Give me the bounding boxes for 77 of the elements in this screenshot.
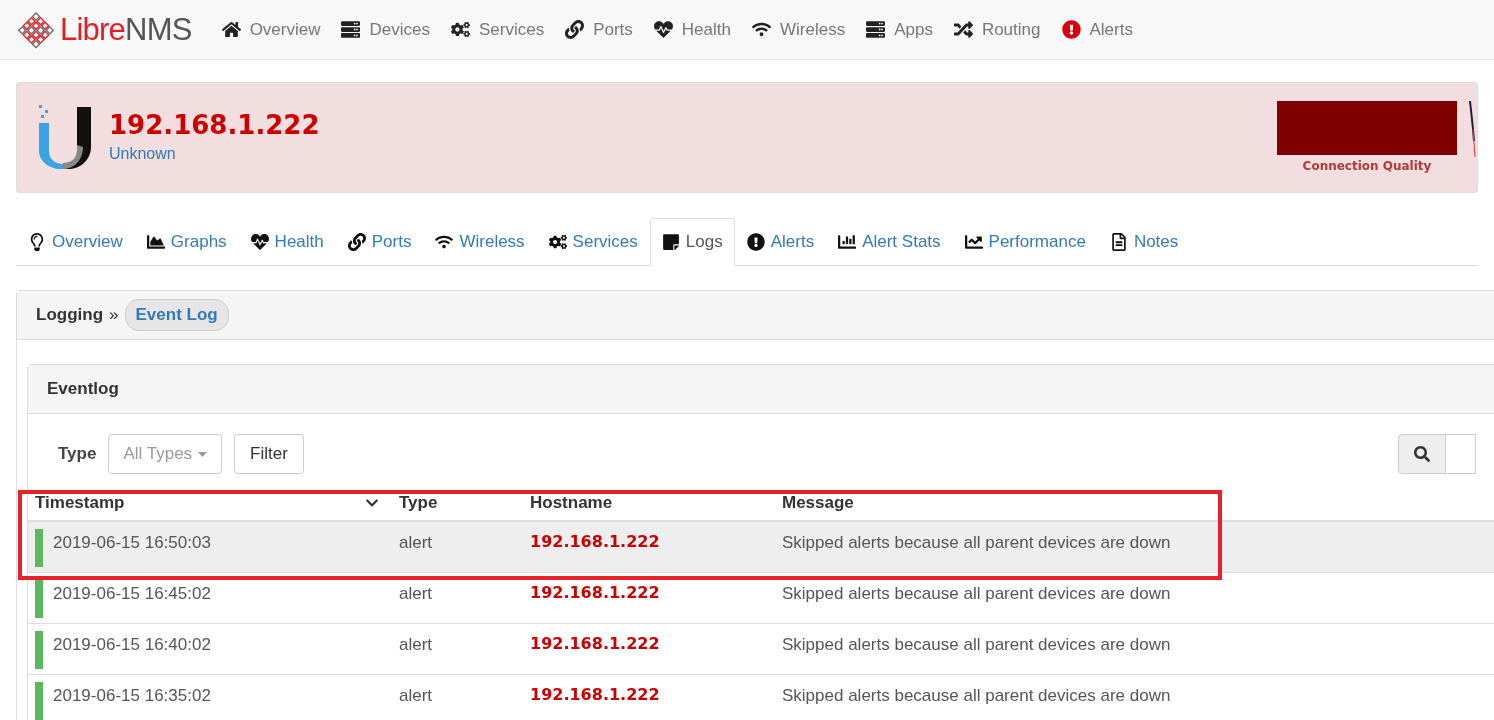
search-button[interactable] xyxy=(1398,434,1446,474)
tab[interactable]: Alert Stats xyxy=(826,218,953,266)
shuffle-icon xyxy=(953,20,973,39)
server-icon xyxy=(866,20,886,39)
table-row[interactable]: 2019-06-15 16:50:03 alert 192.168.1.222 Skipped alerts because all parent devices are down xyxy=(28,522,1494,573)
nav-link[interactable]: Services xyxy=(450,16,545,43)
hostname-link[interactable]: 192.168.1.222 xyxy=(530,573,782,623)
link-icon xyxy=(347,233,366,251)
table-cell-text: alert xyxy=(399,634,434,656)
caret-icon xyxy=(198,451,208,457)
tab[interactable]: Notes xyxy=(1097,218,1191,266)
lightbulb-icon xyxy=(28,233,46,251)
exclamation-icon xyxy=(1061,20,1081,39)
table-cell-text: alert xyxy=(399,685,434,707)
search-field[interactable] xyxy=(1446,434,1476,474)
nav-link[interactable]: Ports xyxy=(565,16,633,43)
table-cell-text: Skipped alerts because all parent devices are down xyxy=(782,532,1171,554)
nav-link[interactable]: Health xyxy=(653,16,731,43)
hostname-link[interactable]: 192.168.1.222 xyxy=(530,624,782,674)
server-icon xyxy=(341,20,361,39)
column-header[interactable]: Hostname xyxy=(530,490,782,516)
table-cell-text: alert xyxy=(399,532,434,554)
tab[interactable]: Alerts xyxy=(734,218,827,266)
filter-label: Type xyxy=(58,443,97,466)
column-header[interactable]: Type xyxy=(399,490,530,516)
device-hostname[interactable]: 192.168.1.222 xyxy=(109,109,320,142)
table-cell-text: Skipped alerts because all parent devices are down xyxy=(782,583,1171,605)
sparkline-drawing xyxy=(1469,101,1477,157)
table-cell-text: Skipped alerts because all parent devices are down xyxy=(782,634,1171,656)
gears-icon xyxy=(548,233,567,251)
hostname-link[interactable]: 192.168.1.222 xyxy=(530,522,782,572)
column-header[interactable]: Timestamp xyxy=(35,490,365,516)
graph-caption: Connection Quality xyxy=(1302,158,1432,175)
breadcrumb-current[interactable]: Event Log xyxy=(124,299,229,331)
tab[interactable]: Health xyxy=(238,218,336,266)
column-header[interactable]: Message xyxy=(782,490,854,516)
breadcrumb-separator: » xyxy=(109,304,119,327)
type-select[interactable]: All Types xyxy=(108,434,223,474)
document-icon xyxy=(1109,233,1128,251)
table-cell-text: 2019-06-15 16:35:02 xyxy=(53,685,212,707)
tab[interactable]: Services xyxy=(536,218,650,266)
tab[interactable]: Ports xyxy=(335,218,424,266)
panel-title: Eventlog xyxy=(47,378,119,401)
table-cell-text: 2019-06-15 16:40:02 xyxy=(53,634,212,656)
home-icon xyxy=(221,20,241,39)
tab[interactable]: Overview xyxy=(16,218,135,266)
hostname-link[interactable]: 192.168.1.222 xyxy=(530,675,782,720)
tab[interactable]: Logs xyxy=(649,218,735,266)
note-icon xyxy=(661,233,680,251)
heartbeat-icon xyxy=(250,233,269,251)
heartbeat-icon xyxy=(653,20,673,39)
nav-link[interactable]: Devices xyxy=(341,16,430,43)
tab[interactable]: Graphs xyxy=(134,218,239,266)
table-cell-text: Skipped alerts because all parent devices are down xyxy=(782,685,1171,707)
nav-link[interactable]: Routing xyxy=(953,16,1041,43)
exclamation-icon xyxy=(746,233,765,251)
table-cell-text: 2019-06-15 16:45:02 xyxy=(53,583,212,605)
wifi-icon xyxy=(435,233,454,251)
device-hardware[interactable]: Unknown xyxy=(109,141,320,166)
gears-icon xyxy=(450,20,470,39)
search-icon xyxy=(1414,446,1430,462)
filter-button[interactable]: Filter xyxy=(234,434,304,474)
breadcrumb-parent: Logging xyxy=(36,304,104,327)
tab[interactable]: Wireless xyxy=(423,218,537,266)
nav-link[interactable]: Alerts xyxy=(1061,16,1133,43)
table-cell-text: 2019-06-15 16:50:03 xyxy=(53,532,212,554)
line-chart-icon xyxy=(964,233,983,251)
table-cell-text: alert xyxy=(399,583,434,605)
wifi-icon xyxy=(751,20,771,39)
bar-chart-icon xyxy=(838,233,857,251)
nav-link[interactable]: Overview xyxy=(221,16,321,43)
brand-logo-text[interactable]: LibreNMS xyxy=(60,14,192,45)
tab[interactable]: Performance xyxy=(952,218,1098,266)
nav-link[interactable]: Apps xyxy=(866,16,933,43)
link-icon xyxy=(565,20,585,39)
nav-link[interactable]: Wireless xyxy=(751,16,846,43)
area-chart-icon xyxy=(146,233,165,251)
